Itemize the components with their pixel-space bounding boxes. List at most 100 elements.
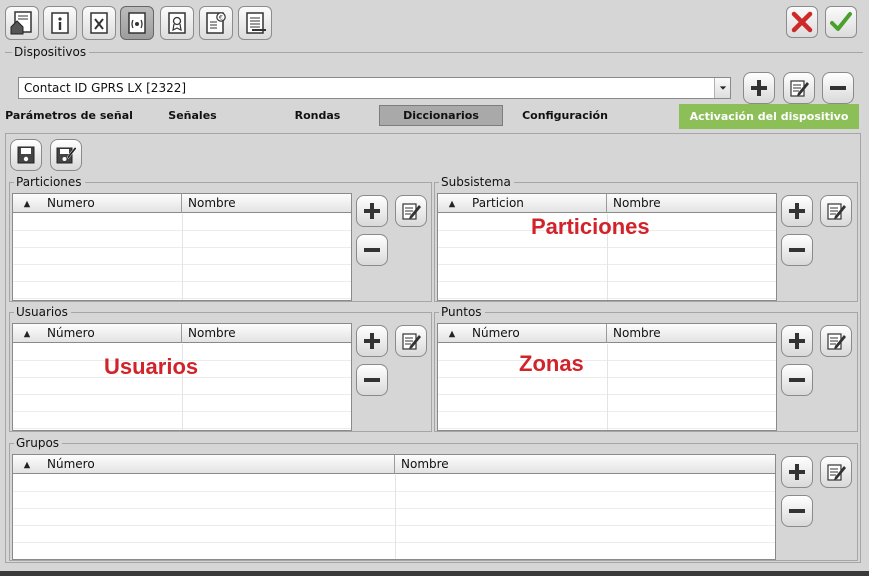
toolbar-home-button[interactable]	[5, 6, 39, 40]
edit-grupo-button[interactable]	[820, 456, 852, 488]
table-rows	[13, 475, 775, 559]
plus-icon	[789, 464, 805, 480]
plus-icon	[364, 333, 380, 349]
cancel-button[interactable]	[786, 6, 818, 38]
particiones-table-header: Numero Nombre	[13, 194, 351, 213]
list-document-icon	[246, 12, 266, 34]
save-as-button[interactable]	[50, 139, 82, 171]
grupos-title: Grupos	[14, 436, 63, 450]
edit-document-icon	[402, 333, 421, 350]
minus-icon	[364, 378, 380, 382]
device-select-value: Contact ID GPRS LX [2322]	[24, 81, 187, 95]
badge-document-icon	[168, 12, 186, 34]
sort-ascending-icon[interactable]	[438, 194, 466, 213]
particiones-table: Numero Nombre	[12, 193, 352, 301]
tab-signals[interactable]: Señales	[150, 105, 235, 127]
minus-icon	[789, 248, 805, 252]
floppy-disk-icon	[17, 146, 35, 164]
save-button[interactable]	[10, 139, 42, 171]
subsistema-table-header: Particion Nombre	[438, 194, 776, 213]
edit-device-button[interactable]	[783, 72, 815, 104]
edit-document-icon	[827, 464, 846, 481]
toolbar-signal-button[interactable]	[120, 6, 154, 40]
edit-document-icon	[827, 203, 846, 220]
remove-subsistema-button[interactable]	[781, 234, 813, 266]
grupos-table: Número Nombre	[12, 454, 776, 560]
add-grupo-button[interactable]	[781, 456, 813, 488]
plus-icon	[751, 80, 767, 96]
home-document-icon	[10, 11, 32, 35]
bottom-edge	[0, 571, 869, 576]
red-x-icon	[791, 11, 813, 33]
add-subsistema-button[interactable]	[781, 195, 813, 227]
remove-punto-button[interactable]	[781, 364, 813, 396]
edit-document-icon	[790, 80, 809, 97]
tab-signal-parameters[interactable]: Parámetros de señal	[5, 105, 133, 127]
info-document-icon	[51, 12, 69, 34]
sort-ascending-icon[interactable]	[438, 324, 466, 343]
green-check-icon	[830, 12, 852, 31]
minus-icon	[830, 86, 846, 90]
puntos-title: Puntos	[439, 305, 485, 319]
devices-section-title: Dispositivos	[12, 45, 90, 59]
column-header-numero[interactable]: Número	[41, 455, 395, 474]
plus-icon	[789, 203, 805, 219]
toolbar-info-button[interactable]	[43, 6, 77, 40]
column-header-nombre[interactable]: Nombre	[182, 194, 351, 213]
plus-icon	[789, 333, 805, 349]
remove-grupo-button[interactable]	[781, 495, 813, 527]
toolbar-euro-button[interactable]: €	[199, 6, 233, 40]
usuarios-title: Usuarios	[14, 305, 71, 319]
usuarios-table-header: Número Nombre	[13, 324, 351, 343]
grupos-table-header: Número Nombre	[13, 455, 775, 474]
accept-button[interactable]	[825, 6, 857, 38]
tab-rounds[interactable]: Rondas	[275, 105, 360, 127]
sort-ascending-icon[interactable]	[13, 324, 41, 343]
signal-document-icon	[128, 12, 146, 34]
column-header-numero[interactable]: Número	[41, 324, 182, 343]
puntos-table-header: Número Nombre	[438, 324, 776, 343]
edit-document-icon	[402, 203, 421, 220]
edit-particion-button[interactable]	[395, 195, 427, 227]
device-select[interactable]: Contact ID GPRS LX [2322]	[18, 77, 731, 99]
column-header-nombre[interactable]: Nombre	[607, 324, 776, 343]
add-particion-button[interactable]	[356, 195, 388, 227]
add-device-button[interactable]	[743, 72, 775, 104]
column-header-particion[interactable]: Particion	[466, 194, 607, 213]
x-document-icon	[90, 12, 108, 34]
edit-subsistema-button[interactable]	[820, 195, 852, 227]
minus-icon	[364, 248, 380, 252]
edit-document-icon	[827, 333, 846, 350]
svg-text:€: €	[219, 14, 223, 22]
column-header-nombre[interactable]: Nombre	[395, 455, 775, 474]
sort-ascending-icon[interactable]	[13, 194, 41, 213]
tab-device-activation[interactable]: Activación del dispositivo	[679, 104, 859, 129]
column-header-numero[interactable]: Número	[466, 324, 607, 343]
remove-usuario-button[interactable]	[356, 364, 388, 396]
top-toolbar: €	[0, 0, 869, 44]
add-usuario-button[interactable]	[356, 325, 388, 357]
toolbar-badge-button[interactable]	[160, 6, 194, 40]
toolbar-delete-button[interactable]	[82, 6, 116, 40]
toolbar-list-button[interactable]	[238, 6, 272, 40]
remove-particion-button[interactable]	[356, 234, 388, 266]
puntos-overlay-label: Zonas	[519, 351, 584, 376]
remove-device-button[interactable]	[822, 72, 854, 104]
column-divider	[182, 214, 183, 300]
usuarios-overlay-label: Usuarios	[104, 354, 199, 379]
tab-dictionaries[interactable]: Diccionarios	[379, 105, 503, 126]
edit-punto-button[interactable]	[820, 325, 852, 357]
column-divider	[607, 344, 608, 430]
sort-ascending-icon[interactable]	[13, 455, 41, 474]
subsistema-overlay-label: Particiones	[531, 214, 650, 239]
column-header-numero[interactable]: Numero	[41, 194, 182, 213]
subsistema-title: Subsistema	[439, 175, 514, 189]
column-header-nombre[interactable]: Nombre	[607, 194, 776, 213]
subsistema-table: Particion Nombre	[437, 193, 777, 301]
add-punto-button[interactable]	[781, 325, 813, 357]
edit-usuario-button[interactable]	[395, 325, 427, 357]
tab-configuration[interactable]: Configuración	[515, 105, 615, 127]
device-select-arrow[interactable]	[714, 78, 730, 98]
chevron-down-icon	[719, 86, 726, 90]
column-header-nombre[interactable]: Nombre	[182, 324, 351, 343]
